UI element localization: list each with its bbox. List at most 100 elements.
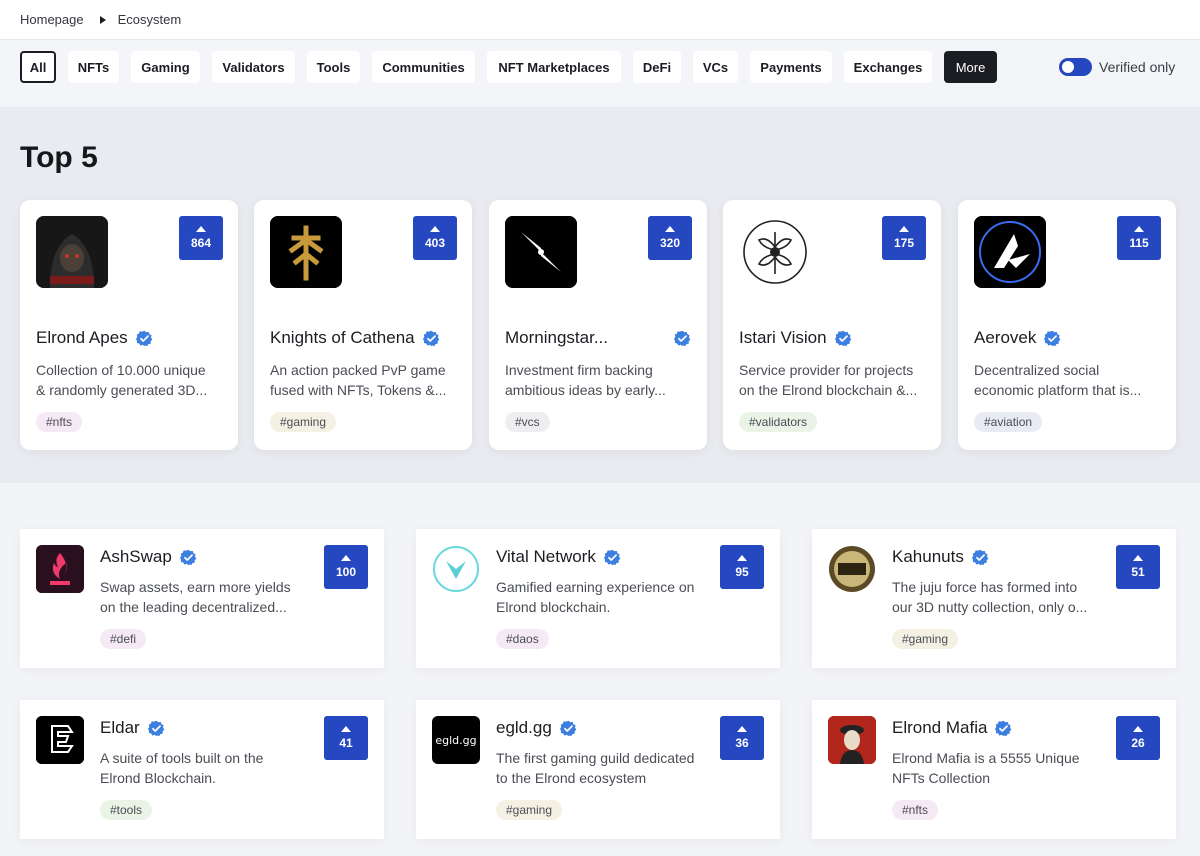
list-card-vital-network[interactable]: Vital Network Gamified earning experienc… [416, 529, 780, 668]
project-tag[interactable]: #aviation [974, 412, 1043, 432]
verified-only-label: Verified only [1099, 59, 1176, 75]
upvote-button[interactable]: 175 [882, 216, 926, 260]
project-name: Morningstar... [505, 328, 691, 348]
morningstar-star-logo [505, 216, 577, 288]
verified-badge-icon [604, 549, 621, 566]
list-card-eldar[interactable]: Eldar A suite of tools built on the Elron… [20, 700, 384, 839]
verified-badge-icon [674, 330, 691, 347]
upvote-button[interactable]: 95 [720, 545, 764, 589]
upvote-button[interactable]: 26 [1116, 716, 1160, 760]
filter-vcs[interactable]: VCs [693, 51, 738, 83]
project-description: An action packed PvP game fused with NFTs… [270, 362, 447, 398]
project-tag[interactable]: #gaming [270, 412, 337, 432]
upvote-button[interactable]: 100 [324, 545, 368, 589]
project-description: Elrond Mafia is a 5555 Unique NFTs Collec… [892, 750, 1080, 786]
breadcrumb-home[interactable]: Homepage [20, 12, 84, 27]
project-name: Elrond Apes [36, 328, 153, 348]
category-filter-bar: All NFTs Gaming Validators Tools Communi… [0, 40, 1200, 107]
upvote-button[interactable]: 320 [648, 216, 692, 260]
filter-validators[interactable]: Validators [212, 51, 295, 83]
project-description: Decentralized social economic platform th… [974, 362, 1142, 398]
cathena-rune-logo [270, 216, 342, 288]
verified-badge-icon [1044, 330, 1061, 347]
verified-only-toggle[interactable] [1059, 58, 1092, 76]
filter-nfts[interactable]: NFTs [68, 51, 119, 83]
upvote-arrow-icon [1133, 555, 1143, 561]
section-title: Top 5 [20, 141, 98, 174]
project-name: Eldar [100, 718, 165, 738]
verified-badge-icon [560, 720, 577, 737]
project-description: Collection of 10.000 unique & randomly ge… [36, 362, 208, 398]
verified-badge-icon [972, 549, 989, 566]
project-tag[interactable]: #gaming [496, 800, 563, 820]
verified-badge-icon [995, 720, 1012, 737]
mafia-portrait-logo [828, 716, 876, 764]
project-name: egld.gg [496, 718, 577, 738]
upvote-button[interactable]: 403 [413, 216, 457, 260]
upvote-arrow-icon [665, 226, 675, 232]
project-name: Knights of Cathena [270, 328, 440, 348]
filter-more-button[interactable]: More [944, 51, 997, 83]
verified-badge-icon [180, 549, 197, 566]
list-card-kahunuts[interactable]: Kahunuts The juju force has formed into o… [812, 529, 1176, 668]
kahunuts-badge-logo [828, 545, 876, 593]
project-description: The first gaming guild dedicated to the E… [496, 750, 695, 786]
upvote-button[interactable]: 41 [324, 716, 368, 760]
project-tag[interactable]: #vcs [505, 412, 550, 432]
top-card-istari-vision[interactable]: 175 Istari Vision Service provider for p… [723, 200, 941, 450]
project-name: Istari Vision [739, 328, 852, 348]
project-description: Gamified earning experience on Elrond blo… [496, 579, 695, 615]
list-card-elrond-mafia[interactable]: Elrond Mafia Elrond Mafia is a 5555 Uniq… [812, 700, 1176, 839]
filter-all[interactable]: All [20, 51, 56, 83]
filter-payments[interactable]: Payments [750, 51, 832, 83]
project-tag[interactable]: #gaming [892, 629, 959, 649]
egldgg-logo: egld.gg [432, 716, 480, 764]
filter-gaming[interactable]: Gaming [131, 51, 200, 83]
project-tag[interactable]: #tools [100, 800, 153, 820]
project-name: Aerovek [974, 328, 1061, 348]
filter-nft-marketplaces[interactable]: NFT Marketplaces [487, 51, 621, 83]
verified-badge-icon [835, 330, 852, 347]
project-description: Service provider for projects on the Elro… [739, 362, 918, 398]
breadcrumb: Homepage Ecosystem [0, 0, 1200, 40]
upvote-button[interactable]: 864 [179, 216, 223, 260]
upvote-arrow-icon [899, 226, 909, 232]
upvote-arrow-icon [341, 726, 351, 732]
upvote-arrow-icon [1133, 726, 1143, 732]
upvote-button[interactable]: 51 [1116, 545, 1160, 589]
ashswap-flame-logo [36, 545, 84, 593]
project-tag[interactable]: #nfts [892, 800, 939, 820]
filter-communities[interactable]: Communities [372, 51, 475, 83]
project-tag[interactable]: #nfts [36, 412, 83, 432]
filter-exchanges[interactable]: Exchanges [844, 51, 932, 83]
upvote-button[interactable]: 115 [1117, 216, 1161, 260]
upvote-arrow-icon [1134, 226, 1144, 232]
project-description: A suite of tools built on the Elrond Bloc… [100, 750, 264, 786]
eldar-logo [36, 716, 84, 764]
breadcrumb-current: Ecosystem [117, 12, 182, 27]
upvote-arrow-icon [196, 226, 206, 232]
list-card-egld-gg[interactable]: egld.gg egld.gg The first gaming guild d… [416, 700, 780, 839]
project-tag[interactable]: #defi [100, 629, 147, 649]
top-card-knights-of-cathena[interactable]: 403 Knights of Cathena An action packed … [254, 200, 472, 450]
upvote-button[interactable]: 36 [720, 716, 764, 760]
project-name: AshSwap [100, 547, 197, 567]
project-name: Elrond Mafia [892, 718, 1012, 738]
filter-tools[interactable]: Tools [307, 51, 360, 83]
project-name: Vital Network [496, 547, 621, 567]
project-description: The juju force has formed into our 3D nut… [892, 579, 1088, 615]
project-tag[interactable]: #validators [739, 412, 818, 432]
vital-v-logo [432, 545, 480, 593]
istari-tree-logo [739, 216, 811, 288]
verified-badge-icon [136, 330, 153, 347]
verified-badge-icon [148, 720, 165, 737]
top-card-morningstar[interactable]: 320 Morningstar... Investment firm backi… [489, 200, 707, 450]
project-description: Investment firm backing ambitious ideas b… [505, 362, 666, 398]
project-tag[interactable]: #daos [496, 629, 549, 649]
filter-defi[interactable]: DeFi [633, 51, 681, 83]
top-card-aerovek[interactable]: 115 Aerovek Decentralized social economic… [958, 200, 1176, 450]
top-card-elrond-apes[interactable]: 864 Elrond Apes Collection of 10.000 uni… [20, 200, 238, 450]
egldgg-logo-text: egld.gg [435, 733, 477, 747]
list-card-ashswap[interactable]: AshSwap Swap assets, earn more yields on … [20, 529, 384, 668]
upvote-arrow-icon [341, 555, 351, 561]
